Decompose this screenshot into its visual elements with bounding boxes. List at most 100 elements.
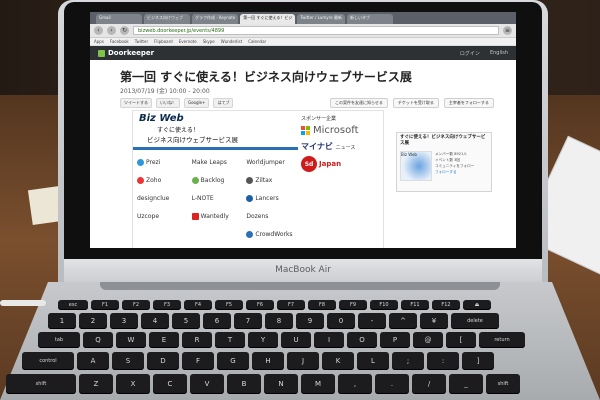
key[interactable]: ¥ — [420, 313, 448, 329]
key[interactable]: Q — [83, 332, 113, 348]
key[interactable]: / — [412, 374, 446, 394]
key[interactable]: U — [281, 332, 311, 348]
reload-icon[interactable]: ↻ — [120, 26, 129, 35]
key[interactable]: G — [217, 352, 249, 370]
key[interactable]: 5 — [172, 313, 200, 329]
tweet-button[interactable]: ツイートする — [120, 98, 152, 108]
key[interactable]: ; — [392, 352, 424, 370]
browser-tab[interactable]: ビジネス向けウェブ — [144, 14, 190, 24]
site-logo[interactable]: Doorkeeper — [98, 49, 154, 57]
key[interactable]: F3 — [153, 300, 181, 310]
bookmark-item[interactable]: Twitter — [135, 38, 148, 45]
key[interactable]: F9 — [339, 300, 367, 310]
key[interactable]: N — [264, 374, 298, 394]
browser-tab[interactable]: グラフ作成 - Keynote — [192, 14, 239, 24]
key[interactable]: B — [227, 374, 261, 394]
key[interactable]: 8 — [265, 313, 293, 329]
key[interactable]: 1 — [48, 313, 76, 329]
key[interactable]: @ — [413, 332, 443, 348]
key[interactable]: T — [215, 332, 245, 348]
delete-key[interactable]: delete — [451, 313, 499, 329]
key[interactable]: ] — [462, 352, 494, 370]
bookmark-item[interactable]: Facebook — [110, 38, 129, 45]
gplus-button[interactable]: Google+ — [184, 98, 210, 108]
key[interactable]: Z — [79, 374, 113, 394]
key[interactable]: 6 — [203, 313, 231, 329]
browser-tab[interactable]: Twitter / Lumyre 最新 — [297, 14, 345, 24]
browser-tab[interactable]: 新しいタブ — [346, 14, 393, 24]
bookmark-item[interactable]: Apps — [94, 38, 104, 45]
key[interactable]: J — [287, 352, 319, 370]
return-key[interactable]: return — [479, 332, 525, 348]
login-link[interactable]: ログイン — [460, 50, 480, 57]
key[interactable]: O — [347, 332, 377, 348]
follow-button[interactable]: フォローする — [435, 169, 474, 175]
key[interactable]: M — [301, 374, 335, 394]
key[interactable]: L — [357, 352, 389, 370]
bookmark-item[interactable]: Flipboard — [154, 38, 173, 45]
key[interactable]: ^ — [389, 313, 417, 329]
key[interactable]: . — [375, 374, 409, 394]
key[interactable]: F7 — [277, 300, 305, 310]
bookmark-item[interactable]: Evernote — [179, 38, 197, 45]
follow-organizer-button[interactable]: 主宰者をフォローする — [443, 98, 494, 108]
key[interactable]: D — [147, 352, 179, 370]
bookmark-item[interactable]: Skype — [203, 38, 215, 45]
key[interactable]: Y — [248, 332, 278, 348]
forward-icon[interactable]: › — [107, 26, 116, 35]
key[interactable]: X — [116, 374, 150, 394]
key[interactable]: F — [182, 352, 214, 370]
key[interactable]: F10 — [370, 300, 398, 310]
key[interactable]: , — [338, 374, 372, 394]
key[interactable]: F4 — [184, 300, 212, 310]
key[interactable]: _ — [449, 374, 483, 394]
like-button[interactable]: いいね！ — [156, 98, 180, 108]
key[interactable]: S — [112, 352, 144, 370]
get-ticket-button[interactable]: チケットを受け取る — [392, 98, 439, 108]
language-link[interactable]: English — [490, 50, 508, 57]
key[interactable]: F1 — [91, 300, 119, 310]
key[interactable]: V — [190, 374, 224, 394]
key[interactable]: F8 — [308, 300, 336, 310]
key[interactable]: F11 — [401, 300, 429, 310]
key[interactable]: esc — [58, 300, 88, 310]
browser-tab-active[interactable]: 第一回 すぐに使える！ビジ — [240, 14, 296, 24]
key[interactable]: C — [153, 374, 187, 394]
control-key[interactable]: control — [22, 352, 74, 370]
shift-key[interactable]: shift — [6, 374, 76, 394]
key[interactable]: 3 — [110, 313, 138, 329]
key[interactable]: F2 — [122, 300, 150, 310]
key[interactable]: 4 — [141, 313, 169, 329]
key[interactable]: W — [116, 332, 146, 348]
key[interactable]: F12 — [432, 300, 460, 310]
browser-tab[interactable]: Gmail — [96, 14, 142, 24]
key[interactable]: R — [182, 332, 212, 348]
key[interactable]: H — [252, 352, 284, 370]
tab-key[interactable]: tab — [38, 332, 80, 348]
key[interactable]: F5 — [215, 300, 243, 310]
menu-icon[interactable]: ≡ — [503, 26, 512, 35]
bookmark-item[interactable]: Wunderlist — [221, 38, 242, 45]
key[interactable]: P — [380, 332, 410, 348]
key[interactable]: ⏏ — [463, 300, 491, 310]
key[interactable]: 2 — [79, 313, 107, 329]
key[interactable]: 7 — [234, 313, 262, 329]
key[interactable]: : — [427, 352, 459, 370]
back-icon[interactable]: ‹ — [94, 26, 103, 35]
key[interactable]: I — [314, 332, 344, 348]
laptop-hinge — [100, 282, 500, 290]
key[interactable]: F6 — [246, 300, 274, 310]
hatebu-button[interactable]: はてブ — [213, 98, 234, 108]
key[interactable]: A — [77, 352, 109, 370]
key[interactable]: E — [149, 332, 179, 348]
bookmark-item[interactable]: Calendar — [248, 38, 266, 45]
address-bar[interactable]: bizweb.doorkeeper.jp/events/4899 — [133, 26, 499, 35]
key[interactable]: K — [322, 352, 354, 370]
key[interactable]: 9 — [296, 313, 324, 329]
community-title[interactable]: すぐに使える！ビジネス向けウェブサービス展 — [397, 133, 491, 149]
shift-key-right[interactable]: shift — [486, 374, 520, 394]
key[interactable]: [ — [446, 332, 476, 348]
key[interactable]: 0 — [327, 313, 355, 329]
share-event-button[interactable]: この案件を友達に知らせる — [330, 98, 388, 108]
key[interactable]: - — [358, 313, 386, 329]
